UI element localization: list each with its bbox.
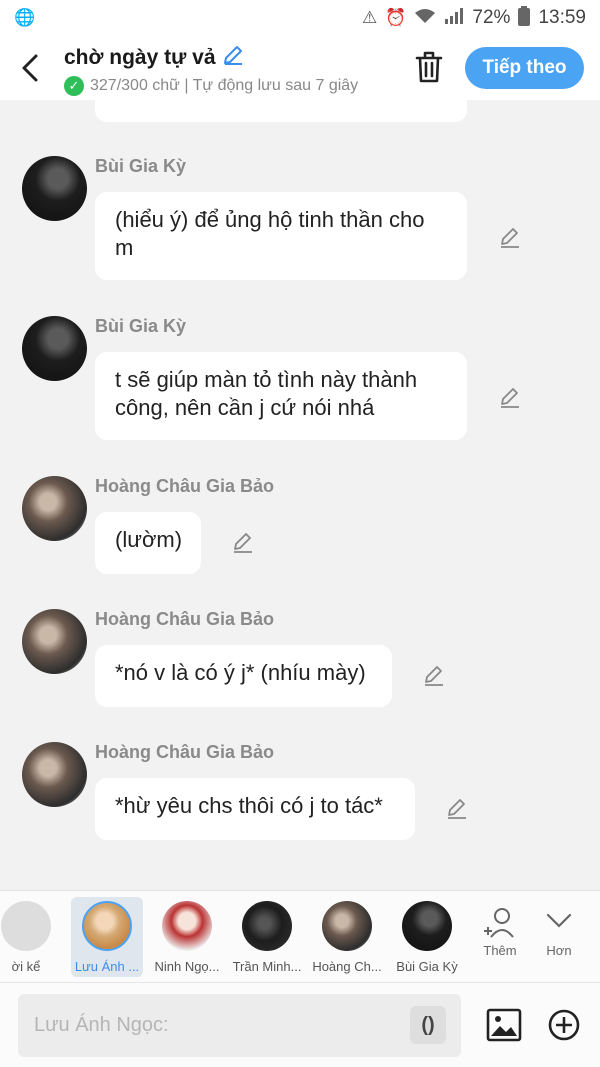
character-label: Ninh Ngọ... (154, 959, 220, 974)
battery-icon (518, 5, 531, 31)
save-status: ✓ 327/300 chữ | Tự động lưu sau 7 giây (64, 76, 358, 96)
avatar (162, 901, 212, 951)
avatar (242, 901, 292, 951)
back-arrow-icon[interactable] (18, 50, 46, 86)
character-label: ời kể (11, 959, 41, 974)
character-label: Bùi Gia Kỳ (396, 959, 458, 974)
alarm-icon: ⏰ (385, 8, 407, 27)
sender-name: Hoàng Châu Gia Bảo (95, 476, 275, 496)
edit-message-icon[interactable] (445, 797, 469, 821)
saved-check-icon: ✓ (64, 76, 84, 96)
edit-title-icon[interactable] (222, 44, 244, 72)
character-tran-minh[interactable]: Trần Minh... (231, 897, 303, 977)
status-right: ⚠ ⏰ 72% 13:59 (362, 5, 586, 31)
message-input[interactable]: Lưu Ánh Ngọc: (18, 994, 461, 1057)
message-list[interactable]: Bùi Gia Kỳ (hiểu ý) để ủng hộ tinh thần … (0, 100, 600, 890)
avatar[interactable] (22, 156, 87, 221)
partial-message-bubble (95, 100, 467, 122)
message-bubble[interactable]: (hiểu ý) để ủng hộ tinh thần cho m (95, 192, 467, 280)
action-paren-button[interactable]: () (410, 1006, 446, 1044)
add-label: Thêm (483, 943, 517, 958)
status-bar: 🌐 ⚠ ⏰ 72% 13:59 (0, 0, 600, 36)
character-ninh-ngoc[interactable]: Ninh Ngọ... (151, 897, 223, 977)
edit-message-icon[interactable] (231, 531, 255, 555)
edit-message-icon[interactable] (498, 386, 522, 410)
avatar (82, 901, 132, 951)
globe-icon: 🌐 (14, 8, 36, 27)
avatar (402, 901, 452, 951)
input-placeholder: Lưu Ánh Ngọc: (34, 1014, 169, 1036)
sender-name: Hoàng Châu Gia Bảo (95, 742, 275, 762)
edit-message-icon[interactable] (498, 226, 522, 250)
next-button[interactable]: Tiếp theo (465, 47, 584, 89)
wifi-icon (414, 8, 436, 29)
trash-icon[interactable] (414, 50, 444, 86)
edit-message-icon[interactable] (422, 664, 446, 688)
character-hoang-chau[interactable]: Hoàng Ch... (311, 897, 383, 977)
avatar[interactable] (22, 742, 87, 807)
warning-icon: ⚠ (362, 8, 378, 27)
story-header: chờ ngày tự vả ✓ 327/300 chữ | Tự động l… (0, 36, 600, 100)
avatar (322, 901, 372, 951)
avatar[interactable] (22, 316, 87, 381)
character-bar: ời kể Lưu Ánh ... Ninh Ngọ... Trần Minh.… (0, 890, 600, 982)
avatar[interactable] (22, 609, 87, 674)
story-title-text: chờ ngày tự vả (64, 46, 216, 69)
character-label: Hoàng Ch... (312, 959, 382, 974)
character-label: Trần Minh... (232, 959, 302, 974)
image-icon[interactable] (486, 1007, 522, 1043)
message-bubble[interactable]: *hừ yêu chs thôi có j to tác* (95, 778, 415, 840)
character-narrator[interactable]: ời kể (0, 897, 62, 977)
message-bubble[interactable]: t sẽ giúp màn tỏ tình này thành công, nê… (95, 352, 467, 440)
sender-name: Bùi Gia Kỳ (95, 316, 187, 336)
title-block: chờ ngày tự vả ✓ 327/300 chữ | Tự động l… (64, 44, 358, 96)
sender-name: Hoàng Châu Gia Bảo (95, 609, 275, 629)
add-person-icon (470, 905, 530, 943)
more-button[interactable]: Hơn (529, 905, 589, 958)
clock: 13:59 (538, 7, 586, 28)
message-bubble[interactable]: *nó v là có ý j* (nhíu mày) (95, 645, 392, 707)
character-bui-gia-ky[interactable]: Bùi Gia Kỳ (391, 897, 463, 977)
avatar[interactable] (22, 476, 87, 541)
add-character-button[interactable]: Thêm (470, 905, 530, 958)
sender-name: Bùi Gia Kỳ (95, 156, 187, 176)
input-bar: Lưu Ánh Ngọc: () (0, 982, 600, 1067)
story-title[interactable]: chờ ngày tự vả (64, 44, 358, 72)
add-circle-icon[interactable] (547, 1008, 581, 1042)
signal-icon (444, 7, 464, 29)
word-count-autosave: 327/300 chữ | Tự động lưu sau 7 giây (90, 77, 359, 94)
message-bubble[interactable]: (lườm) (95, 512, 201, 574)
character-label: Lưu Ánh ... (74, 959, 140, 974)
chevron-down-icon (529, 905, 589, 943)
battery-text: 72% (472, 7, 511, 28)
character-luu-anh-ngoc[interactable]: Lưu Ánh ... (71, 897, 143, 977)
narrator-icon (1, 901, 51, 951)
more-label: Hơn (546, 943, 572, 958)
